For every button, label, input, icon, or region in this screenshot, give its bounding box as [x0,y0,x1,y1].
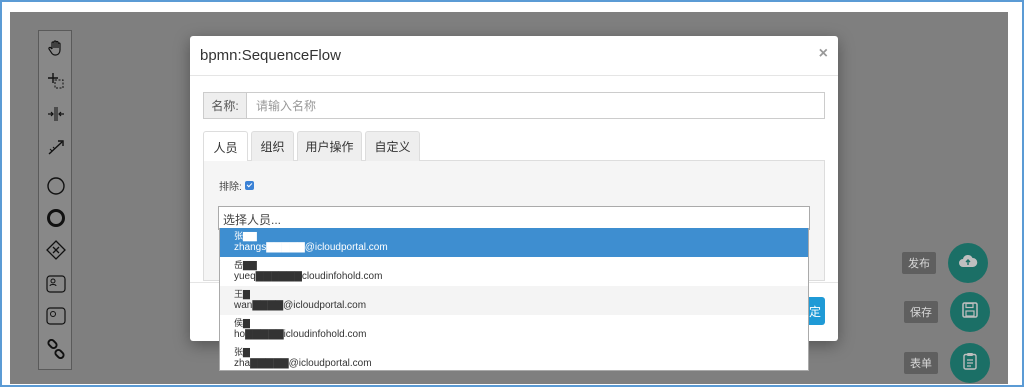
option-name: 张▇ [234,347,250,357]
palette-toolbar [38,30,72,370]
person-option[interactable]: 张▇ zha▇▇▇▇▇@icloudportal.com [220,344,808,370]
form-button[interactable] [950,343,990,383]
publish-label: 发布 [902,252,936,274]
person-dropdown: 张▇▇ zhangs▇▇▇▇▇@icloudportal.com 岳▇▇ yue… [219,228,809,371]
form-label: 表单 [904,352,938,374]
link-icon[interactable] [39,334,73,364]
cloud-upload-icon [958,253,978,274]
option-name: 张▇▇ [234,231,257,241]
start-event-icon[interactable] [39,171,73,201]
end-event-icon[interactable] [39,203,73,233]
option-email: zha▇▇▇▇▇@icloudportal.com [234,358,372,369]
name-field-group: 名称: [203,92,825,119]
hand-tool-icon[interactable] [39,33,73,63]
name-input[interactable] [247,93,824,118]
save-button[interactable] [950,292,990,332]
tab-user-operation[interactable]: 用户操作 [297,131,362,161]
option-name: 岳▇▇ [234,260,257,270]
lasso-tool-icon[interactable] [39,66,73,96]
exclude-label: 排除: [219,182,242,193]
option-email: yueq▇▇▇▇▇▇cloudinfohold.com [234,271,383,282]
person-option[interactable]: 王▇ wan▇▇▇▇@icloudportal.com [220,286,808,315]
option-email: ho▇▇▇▇▇icloudinfohold.com [234,329,367,340]
option-email: wan▇▇▇▇@icloudportal.com [234,300,367,311]
service-task-icon[interactable] [39,301,73,331]
tab-custom[interactable]: 自定义 [365,131,420,161]
option-name: 王▇ [234,289,250,299]
form-action: 表单 [904,343,990,383]
tab-people[interactable]: 人员 [203,131,248,162]
tab-organization[interactable]: 组织 [251,131,294,161]
person-option[interactable]: 张▇▇ zhangs▇▇▇▇▇@icloudportal.com [220,228,808,257]
option-email: zhangs▇▇▇▇▇@icloudportal.com [234,242,388,253]
exclude-checkbox[interactable] [244,181,254,190]
exclude-row: 排除: [219,178,254,193]
publish-action: 发布 [902,243,988,283]
global-connect-icon[interactable] [39,132,73,162]
save-icon [962,301,978,323]
option-name: 侯▇ [234,318,250,328]
name-label: 名称: [204,93,247,118]
dialog-header: bpmn:SequenceFlow × [190,36,838,76]
close-icon[interactable]: × [819,45,828,63]
clipboard-icon [963,352,977,375]
save-label: 保存 [904,301,938,323]
tab-bar: 人员 组织 用户操作 自定义 [203,131,825,162]
space-tool-icon[interactable] [39,99,73,129]
publish-button[interactable] [948,243,988,283]
person-option[interactable]: 侯▇ ho▇▇▇▇▇icloudinfohold.com [220,315,808,344]
user-task-icon[interactable] [39,269,73,299]
person-select[interactable]: 选择人员... [218,206,810,230]
gateway-icon[interactable] [39,235,73,265]
dialog-title: bpmn:SequenceFlow [200,47,341,64]
person-option[interactable]: 岳▇▇ yueq▇▇▇▇▇▇cloudinfohold.com [220,257,808,286]
save-action: 保存 [904,292,990,332]
